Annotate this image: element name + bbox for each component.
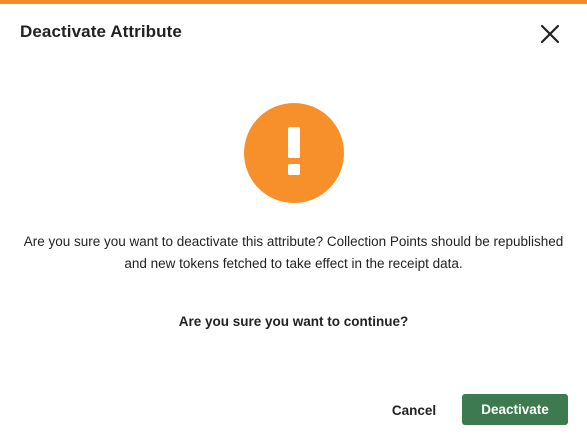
confirm-question: Are you sure you want to continue?	[178, 314, 409, 329]
dialog-title: Deactivate Attribute	[20, 22, 182, 41]
warning-badge	[244, 103, 344, 203]
warning-message: Are you sure you want to deactivate this…	[23, 234, 564, 271]
deactivate-attribute-dialog: Deactivate Attribute Are you sure you wa…	[0, 0, 587, 446]
exclamation-icon	[284, 126, 304, 180]
cancel-button[interactable]: Cancel	[380, 395, 448, 426]
close-icon	[540, 24, 560, 49]
dialog-header: Deactivate Attribute	[0, 4, 587, 62]
close-button[interactable]	[536, 22, 564, 50]
deactivate-button[interactable]: Deactivate	[462, 394, 568, 425]
